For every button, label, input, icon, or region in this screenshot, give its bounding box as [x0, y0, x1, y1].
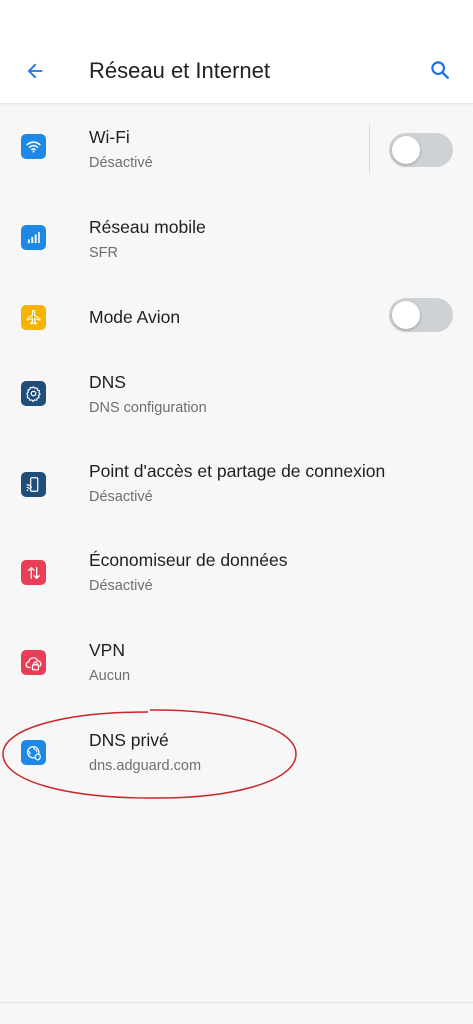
search-icon[interactable] — [427, 57, 453, 83]
airplane-icon — [21, 305, 46, 330]
arrow-back-icon[interactable] — [22, 58, 48, 84]
dns-description: DNS configuration — [89, 400, 207, 416]
private-dns-icon — [21, 740, 46, 765]
data-saver-status: Désactivé — [89, 578, 153, 594]
gear-icon — [21, 381, 46, 406]
data-saver-icon — [21, 560, 46, 585]
list-item-private-dns[interactable]: DNS privé dns.adguard.com — [0, 710, 473, 796]
list-item-dns[interactable]: DNS DNS configuration — [0, 350, 473, 436]
wifi-label: Wi-Fi — [89, 127, 130, 147]
toggle-knob — [392, 301, 420, 329]
cloud-lock-icon — [21, 650, 46, 675]
hotspot-status: Désactivé — [89, 489, 153, 505]
hotspot-icon — [21, 472, 46, 497]
hotspot-label: Point d'accès et partage de connexion — [89, 461, 386, 481]
list-item-vpn[interactable]: VPN Aucun — [0, 620, 473, 706]
dns-label: DNS — [89, 372, 126, 392]
page-title: Réseau et Internet — [89, 58, 271, 83]
airplane-mode-label: Mode Avion — [89, 307, 181, 327]
divider — [369, 124, 370, 174]
bottom-divider — [0, 1002, 473, 1003]
mobile-network-label: Réseau mobile — [89, 217, 206, 237]
app-bar: Réseau et Internet — [0, 0, 473, 104]
private-dns-label: DNS privé — [89, 730, 169, 750]
wifi-icon — [21, 134, 46, 159]
private-dns-hostname: dns.adguard.com — [89, 758, 202, 774]
list-item-hotspot[interactable]: Point d'accès et partage de connexion Dé… — [0, 440, 473, 526]
data-saver-label: Économiseur de données — [89, 550, 288, 570]
vpn-status: Aucun — [89, 668, 131, 684]
list-item-mobile-network[interactable]: Réseau mobile SFR — [0, 198, 473, 284]
wifi-status: Désactivé — [89, 155, 153, 171]
wifi-toggle[interactable] — [389, 133, 453, 167]
airplane-mode-toggle[interactable] — [389, 298, 453, 332]
vpn-label: VPN — [89, 640, 125, 660]
list-item-data-saver[interactable]: Économiseur de données Désactivé — [0, 530, 473, 616]
settings-screen: Réseau et Internet Wi-Fi Désactivé Résea… — [0, 0, 473, 1024]
toggle-knob — [392, 136, 420, 164]
mobile-network-operator: SFR — [89, 245, 118, 261]
cellular-signal-icon — [21, 225, 46, 250]
